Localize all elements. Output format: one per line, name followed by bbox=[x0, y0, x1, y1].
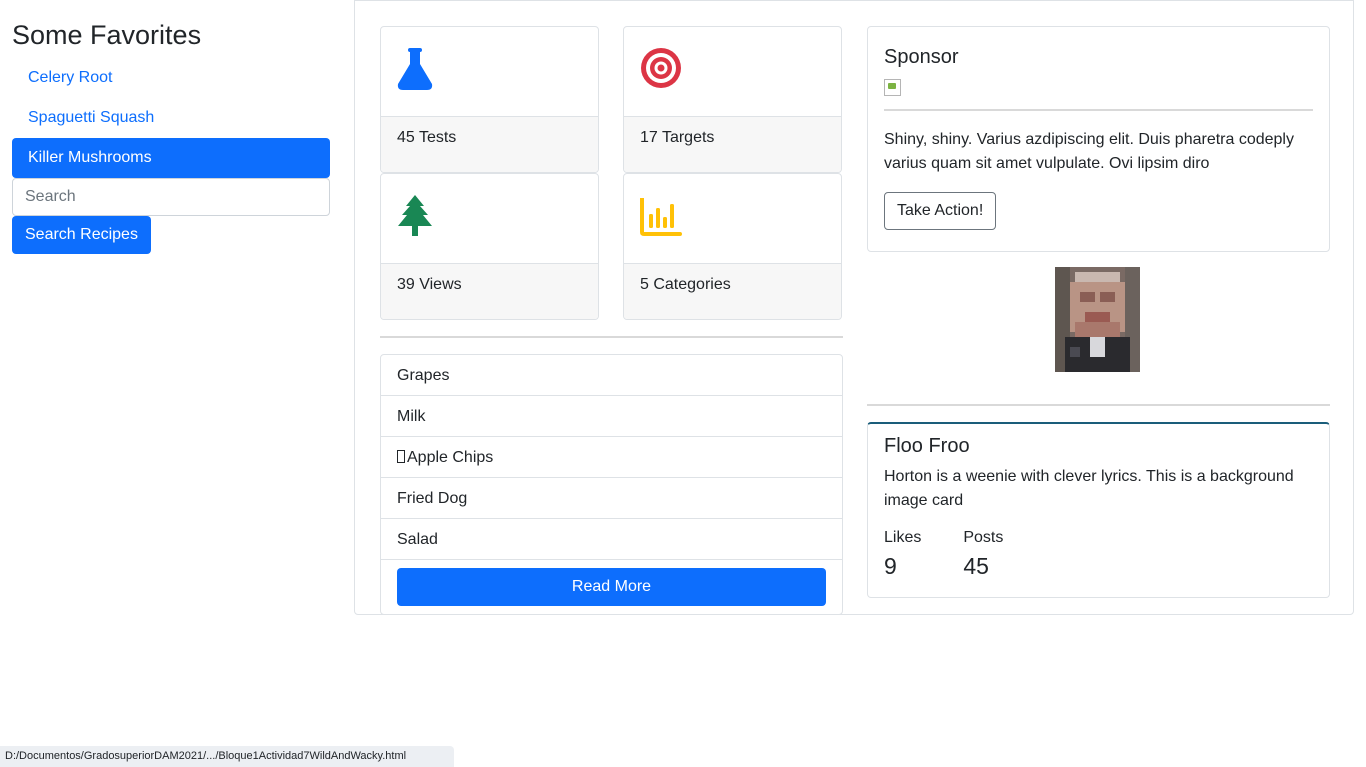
stat-label: 45 Tests bbox=[381, 116, 598, 172]
broken-image-icon bbox=[884, 79, 901, 96]
list-item: Milk bbox=[381, 396, 842, 437]
posts-stat: Posts 45 bbox=[963, 529, 1003, 580]
list-item: Apple Chips bbox=[381, 437, 842, 478]
tree-icon bbox=[398, 195, 432, 236]
take-action-button[interactable]: Take Action! bbox=[884, 192, 997, 230]
list-item: Grapes bbox=[381, 355, 842, 396]
sidebar-item-celery-root[interactable]: Celery Root bbox=[12, 58, 330, 98]
sidebar: Some Favorites Celery Root Spaguetti Squ… bbox=[12, 0, 330, 254]
likes-stat: Likes 9 bbox=[884, 529, 921, 580]
stat-card-targets: 17 Targets bbox=[623, 26, 842, 173]
search-input[interactable] bbox=[12, 178, 330, 216]
sidebar-title: Some Favorites bbox=[12, 20, 202, 50]
posts-count: 45 bbox=[963, 553, 989, 579]
list-item: Salad bbox=[381, 519, 842, 560]
stat-card-categories: 5 Categories bbox=[623, 173, 842, 320]
bar-chart-icon bbox=[640, 198, 682, 236]
likes-count: 9 bbox=[884, 553, 897, 579]
missing-glyph-icon bbox=[397, 450, 405, 463]
status-bar: D:/Documentos/GradosuperiorDAM2021/.../B… bbox=[0, 746, 454, 767]
sidebar-item-spaguetti-squash[interactable]: Spaguetti Squash bbox=[12, 98, 330, 138]
avatar bbox=[1055, 267, 1140, 372]
search-recipes-button[interactable]: Search Recipes bbox=[12, 216, 151, 254]
divider bbox=[867, 404, 1330, 406]
sponsor-text: Shiny, shiny. Varius azdipiscing elit. D… bbox=[884, 131, 1294, 172]
stat-card-tests: 45 Tests bbox=[380, 26, 599, 173]
food-list: Grapes Milk Apple Chips Fried Dog Salad … bbox=[380, 354, 843, 615]
main-panel: 45 Tests 17 Targets 39 Views 5 Categorie… bbox=[354, 0, 1354, 615]
stat-label: 39 Views bbox=[381, 263, 598, 319]
stat-card-views: 39 Views bbox=[380, 173, 599, 320]
stat-label: 17 Targets bbox=[624, 116, 841, 172]
list-item-label: Apple Chips bbox=[407, 449, 494, 466]
stat-label: 5 Categories bbox=[624, 263, 841, 319]
sponsor-card: Sponsor Shiny, shiny. Varius azdipiscing… bbox=[867, 26, 1330, 252]
posts-label: Posts bbox=[963, 529, 1004, 546]
sponsor-title: Sponsor bbox=[884, 46, 959, 68]
sidebar-item-killer-mushrooms[interactable]: Killer Mushrooms bbox=[12, 138, 330, 178]
divider bbox=[380, 336, 843, 338]
profile-text: Horton is a weenie with clever lyrics. T… bbox=[884, 468, 1294, 509]
read-more-button[interactable]: Read More bbox=[397, 568, 826, 606]
profile-name: Floo Froo bbox=[884, 435, 970, 457]
flask-icon bbox=[397, 48, 433, 90]
likes-label: Likes bbox=[884, 529, 922, 546]
list-item: Fried Dog bbox=[381, 478, 842, 519]
target-icon bbox=[641, 48, 681, 88]
divider bbox=[884, 109, 1313, 111]
profile-card: Floo Froo Horton is a weenie with clever… bbox=[867, 422, 1330, 598]
sidebar-nav: Celery Root Spaguetti Squash Killer Mush… bbox=[12, 58, 330, 178]
